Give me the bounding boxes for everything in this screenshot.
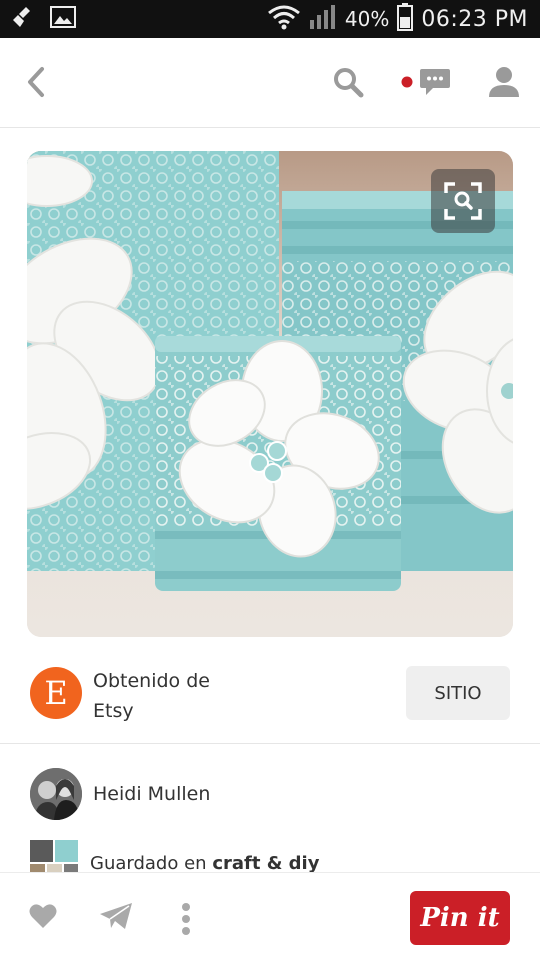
visit-site-button[interactable]: SITIO	[406, 666, 510, 720]
profile-button[interactable]	[484, 60, 524, 104]
source-label: Obtenido de	[93, 670, 210, 692]
messages-button[interactable]	[396, 60, 456, 104]
saved-prefix: Guardado en	[90, 853, 207, 874]
battery-icon	[397, 3, 414, 35]
battery-percent: 40%	[344, 7, 390, 31]
notification-dot-icon	[401, 76, 413, 88]
etsy-logo[interactable]: E	[30, 667, 82, 719]
pinner-name[interactable]: Heidi Mullen	[93, 783, 210, 805]
cleaner-icon	[12, 5, 34, 33]
visual-search-button[interactable]	[431, 169, 495, 233]
send-button[interactable]	[96, 897, 136, 935]
search-icon	[334, 68, 364, 98]
search-button[interactable]	[328, 60, 368, 104]
clock-time: 06:23	[421, 6, 488, 32]
back-button[interactable]	[18, 62, 54, 102]
like-button[interactable]	[26, 899, 60, 933]
profile-icon	[489, 67, 519, 97]
pin-it-button[interactable]: Pin it	[410, 891, 510, 945]
clock: 06:23 PM	[421, 7, 528, 32]
avatar-photo	[30, 768, 82, 820]
avatar[interactable]	[30, 768, 82, 820]
status-bar: 40% 06:23 PM	[0, 0, 540, 38]
chat-bubble-icon	[420, 69, 450, 95]
source-name[interactable]: Etsy	[93, 700, 134, 722]
more-options-button[interactable]	[176, 899, 196, 939]
status-right: 40% 06:23 PM	[267, 3, 540, 35]
app-header	[0, 38, 540, 128]
more-dots-icon	[182, 903, 190, 935]
gallery-icon	[50, 6, 76, 32]
clock-ampm: PM	[494, 6, 528, 32]
visual-search-icon	[444, 182, 482, 220]
bottom-action-bar: Pin it	[0, 872, 540, 960]
board-name-link[interactable]: craft & diy	[212, 853, 319, 874]
signal-icon	[309, 4, 337, 34]
board-thumbnail[interactable]	[30, 840, 78, 874]
wifi-icon	[267, 4, 301, 34]
back-arrow-icon	[28, 67, 44, 97]
saved-to-text: Guardado en craft & diy	[90, 853, 319, 874]
status-left	[0, 5, 76, 33]
heart-icon	[29, 904, 57, 928]
pin-image[interactable]	[27, 151, 513, 637]
send-icon	[100, 903, 132, 929]
source-row: E Obtenido de Etsy SITIO	[0, 652, 540, 744]
board-thumbnail-image	[30, 840, 78, 874]
